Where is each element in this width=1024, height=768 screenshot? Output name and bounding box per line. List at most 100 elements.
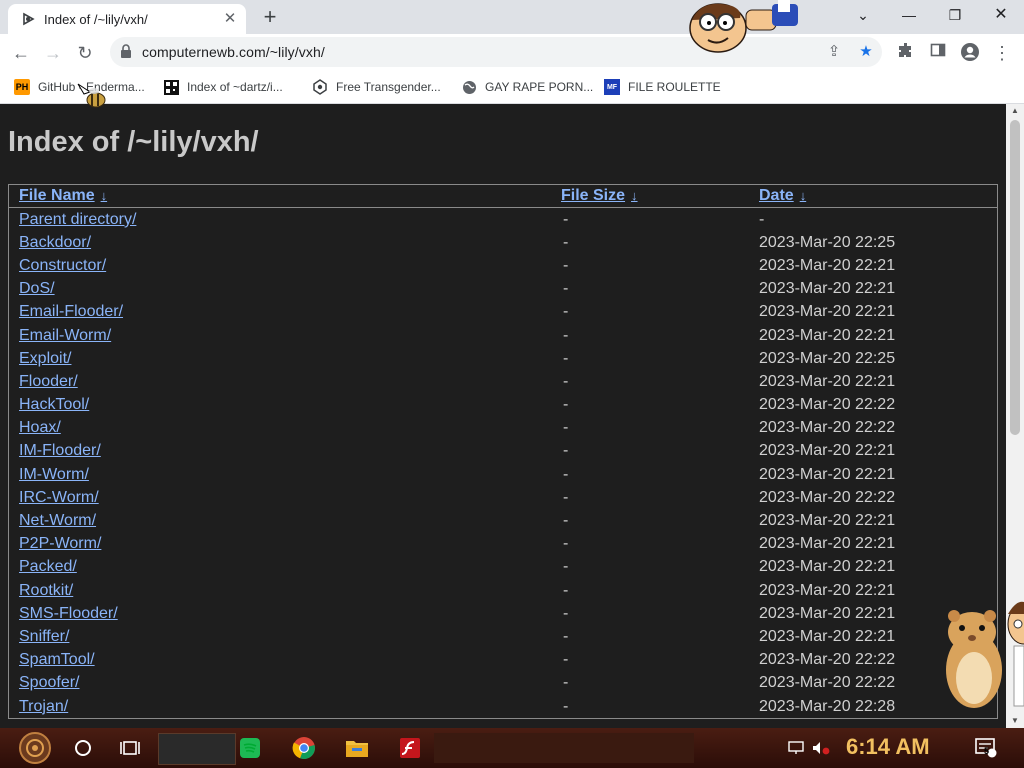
notification-count-badge: 5 [984, 746, 990, 756]
back-button[interactable]: ← [8, 40, 34, 66]
taskbar: 6:14 AM 5 [0, 728, 1024, 768]
date-cell: 2023-Mar-20 22:21 [759, 303, 896, 321]
directory-link[interactable]: Rootkit/ [19, 582, 73, 599]
file-size-cell: - [563, 697, 569, 715]
directory-link[interactable]: Flooder/ [19, 373, 78, 390]
directory-link[interactable]: IM-Flooder/ [19, 442, 101, 459]
directory-link[interactable]: SMS-Flooder/ [19, 605, 118, 622]
file-name-cell: Spoofer/ [9, 672, 551, 695]
file-name-cell: P2P-Worm/ [9, 533, 551, 556]
column-header-name[interactable]: File Name ↓ [9, 185, 551, 208]
directory-link[interactable]: Net-Worm/ [19, 512, 96, 529]
file-name-cell: Flooder/ [9, 370, 551, 393]
sort-by-name-link[interactable]: File Name [19, 187, 95, 204]
scroll-thumb[interactable] [1010, 120, 1020, 435]
directory-link[interactable]: IM-Worm/ [19, 466, 89, 483]
flash-icon[interactable] [394, 732, 426, 764]
directory-link[interactable]: Parent directory/ [19, 211, 136, 228]
cartoon-character-sticker[interactable] [680, 0, 800, 58]
browser-toolbar: ← → ↻ computernewb.com/~lily/vxh/ ⇪ ★ ⋮ [0, 34, 1024, 71]
file-name-cell: Net-Worm/ [9, 509, 551, 532]
date-cell: 2023-Mar-20 22:21 [759, 512, 896, 530]
volume-muted-icon[interactable] [810, 732, 832, 764]
file-name-cell: DoS/ [9, 278, 551, 301]
directory-link[interactable]: Exploit/ [19, 350, 71, 367]
share-icon[interactable]: ⇪ [824, 42, 844, 62]
minimize-icon[interactable]: — [894, 4, 924, 26]
chrome-icon[interactable] [288, 732, 320, 764]
directory-link[interactable]: Email-Flooder/ [19, 303, 123, 320]
file-explorer-icon[interactable] [341, 732, 373, 764]
spinner-icon [312, 79, 328, 95]
bookmark-star-icon[interactable]: ★ [856, 42, 876, 62]
bookmark-item[interactable]: Free Transgender... [312, 77, 441, 97]
date-cell: 2023-Mar-20 22:21 [759, 256, 896, 274]
bookmark-item[interactable]: MF FILE ROULETTE [604, 77, 721, 97]
directory-link[interactable]: Sniffer/ [19, 628, 69, 645]
table-row: SMS-Flooder/-2023-Mar-20 22:21 [9, 602, 997, 625]
table-row: Trojan/-2023-Mar-20 22:28 [9, 695, 997, 718]
menu-kebab-icon[interactable]: ⋮ [991, 42, 1013, 64]
spotify-icon[interactable] [234, 732, 266, 764]
column-header-date[interactable]: Date ↓ [749, 185, 997, 208]
file-size-cell: - [563, 558, 569, 576]
url-text[interactable]: computernewb.com/~lily/vxh/ [142, 44, 325, 60]
sort-arrow-icon[interactable]: ↓ [101, 188, 108, 203]
sort-arrow-icon[interactable]: ↓ [631, 188, 638, 203]
directory-link[interactable]: DoS/ [19, 280, 55, 297]
directory-link[interactable]: SpamTool/ [19, 651, 95, 668]
network-icon[interactable] [785, 732, 807, 764]
lock-icon[interactable] [120, 44, 132, 64]
browser-tab[interactable]: Index of /~lily/vxh/ ✕ [8, 4, 246, 34]
directory-link[interactable]: Constructor/ [19, 257, 106, 274]
file-name-cell: SMS-Flooder/ [9, 602, 551, 625]
table-row: P2P-Worm/ - 2023-Mar-20 22:21 [9, 533, 997, 556]
directory-link[interactable]: Trojan/ [19, 698, 68, 715]
directory-link[interactable]: Hoax/ [19, 419, 61, 436]
table-row: HackTool/ - 2023-Mar-20 22:22 [9, 394, 997, 417]
hamster-sticker[interactable] [940, 604, 1010, 712]
forward-button[interactable]: → [40, 40, 66, 66]
new-tab-button[interactable]: + [258, 6, 282, 28]
sort-by-date-link[interactable]: Date [759, 187, 794, 204]
directory-link[interactable]: Email-Worm/ [19, 327, 111, 344]
start-orb-icon[interactable] [16, 732, 54, 764]
taskbar-search-box[interactable] [158, 733, 236, 765]
directory-link[interactable]: IRC-Worm/ [19, 489, 99, 506]
file-size-cell: - [563, 535, 569, 553]
restore-icon[interactable]: ❐ [940, 4, 970, 26]
close-window-icon[interactable]: ✕ [986, 4, 1016, 26]
reload-button[interactable]: ↻ [72, 40, 98, 66]
table-row: Hoax/ - 2023-Mar-20 22:22 [9, 417, 997, 440]
directory-link[interactable]: Spoofer/ [19, 674, 79, 691]
bookmark-item[interactable]: Index of ~dartz/i... [163, 77, 283, 97]
table-row: SpamTool/-2023-Mar-20 22:22 [9, 649, 997, 672]
side-panel-icon[interactable] [927, 42, 949, 64]
file-name-cell: Rootkit/ [9, 579, 551, 602]
directory-link[interactable]: Backdoor/ [19, 234, 91, 251]
bookmark-item[interactable]: GAY RAPE PORN... [461, 77, 593, 97]
cortana-icon[interactable] [67, 732, 99, 764]
directory-link[interactable]: Packed/ [19, 558, 77, 575]
directory-link[interactable]: P2P-Worm/ [19, 535, 101, 552]
tab-search-icon[interactable]: ⌄ [848, 4, 878, 26]
taskbar-clock[interactable]: 6:14 AM [846, 734, 930, 760]
directory-link[interactable]: HackTool/ [19, 396, 89, 413]
file-name-cell: IM-Worm/ [9, 463, 551, 486]
profile-avatar-icon[interactable] [959, 42, 981, 64]
extensions-icon[interactable] [895, 42, 917, 64]
date-cell: 2023-Mar-20 22:25 [759, 233, 896, 251]
file-name-cell: Parent directory/ [9, 208, 551, 231]
bookmark-label: Free Transgender... [336, 80, 441, 94]
table-row: Email-Worm/ - 2023-Mar-20 22:21 [9, 324, 997, 347]
file-name-cell: IRC-Worm/ [9, 486, 551, 509]
scroll-down-icon[interactable]: ▼ [1010, 716, 1020, 726]
sort-by-size-link[interactable]: File Size [561, 187, 625, 204]
file-rows: Parent directory/ - - Backdoor/ - 2023-Mar-20… [9, 208, 997, 718]
task-view-icon[interactable] [114, 732, 146, 764]
file-size-cell: - [563, 303, 569, 321]
tab-close-icon[interactable]: ✕ [222, 11, 238, 27]
scroll-up-icon[interactable]: ▲ [1010, 106, 1020, 116]
sort-arrow-icon[interactable]: ↓ [800, 188, 807, 203]
column-header-size[interactable]: File Size ↓ [551, 185, 749, 208]
